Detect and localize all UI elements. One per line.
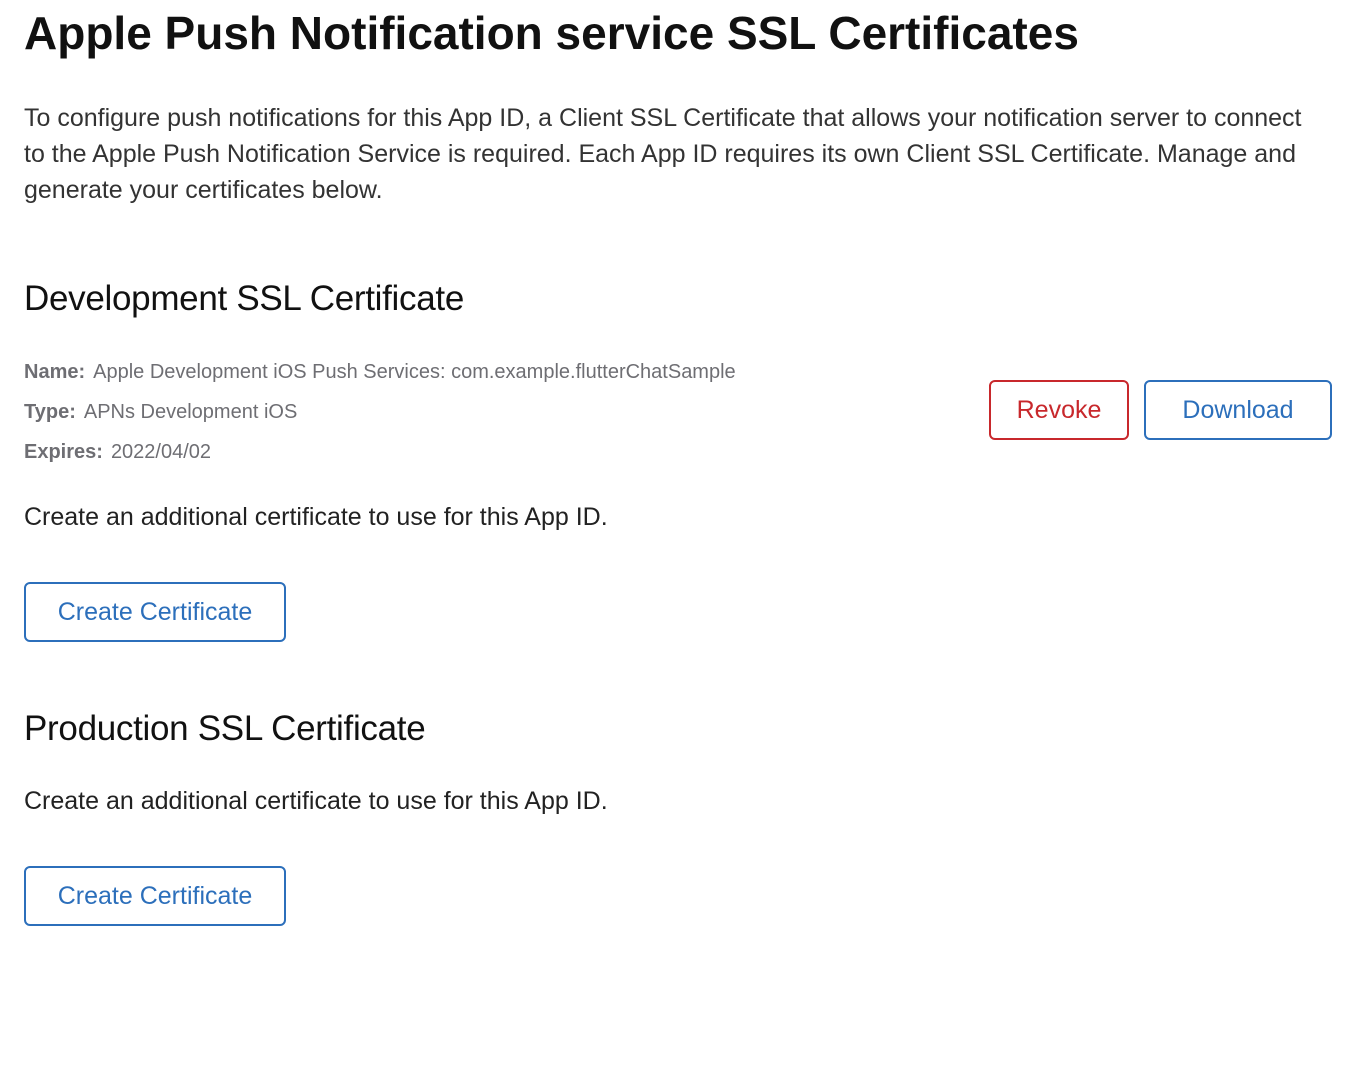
page-container: Apple Push Notification service SSL Cert…	[24, 0, 1334, 926]
development-create-text: Create an additional certificate to use …	[24, 503, 608, 531]
production-create-text: Create an additional certificate to use …	[24, 787, 608, 815]
production-section-title: Production SSL Certificate	[24, 709, 426, 748]
certificate-actions: Revoke Download	[989, 380, 1332, 440]
production-create-certificate-button[interactable]: Create Certificate	[24, 866, 286, 926]
development-section: Development SSL Certificate Name: Apple D…	[24, 278, 1334, 642]
detail-row-type: Type: APNs Development iOS	[24, 398, 736, 438]
detail-name-label: Name:	[24, 361, 86, 383]
detail-name-value: Apple Development iOS Push Services: com…	[93, 361, 736, 383]
development-section-title: Development SSL Certificate	[24, 279, 464, 318]
detail-row-name: Name: Apple Development iOS Push Services…	[24, 358, 736, 398]
detail-type-label: Type:	[24, 401, 76, 423]
intro-text: To configure push notifications for this…	[24, 104, 1302, 204]
certificate-details: Name: Apple Development iOS Push Services…	[24, 358, 736, 478]
detail-row-expires: Expires: 2022/04/02	[24, 438, 736, 478]
detail-expires-label: Expires:	[24, 441, 103, 463]
detail-expires-value: 2022/04/02	[110, 441, 212, 463]
download-button[interactable]: Download	[1144, 380, 1332, 440]
development-create-certificate-button[interactable]: Create Certificate	[24, 582, 286, 642]
production-section: Production SSL Certificate Create an add…	[24, 708, 1334, 926]
page-title: Apple Push Notification service SSL Cert…	[24, 7, 1079, 59]
revoke-button[interactable]: Revoke	[989, 380, 1129, 440]
detail-type-value: APNs Development iOS	[83, 401, 298, 423]
